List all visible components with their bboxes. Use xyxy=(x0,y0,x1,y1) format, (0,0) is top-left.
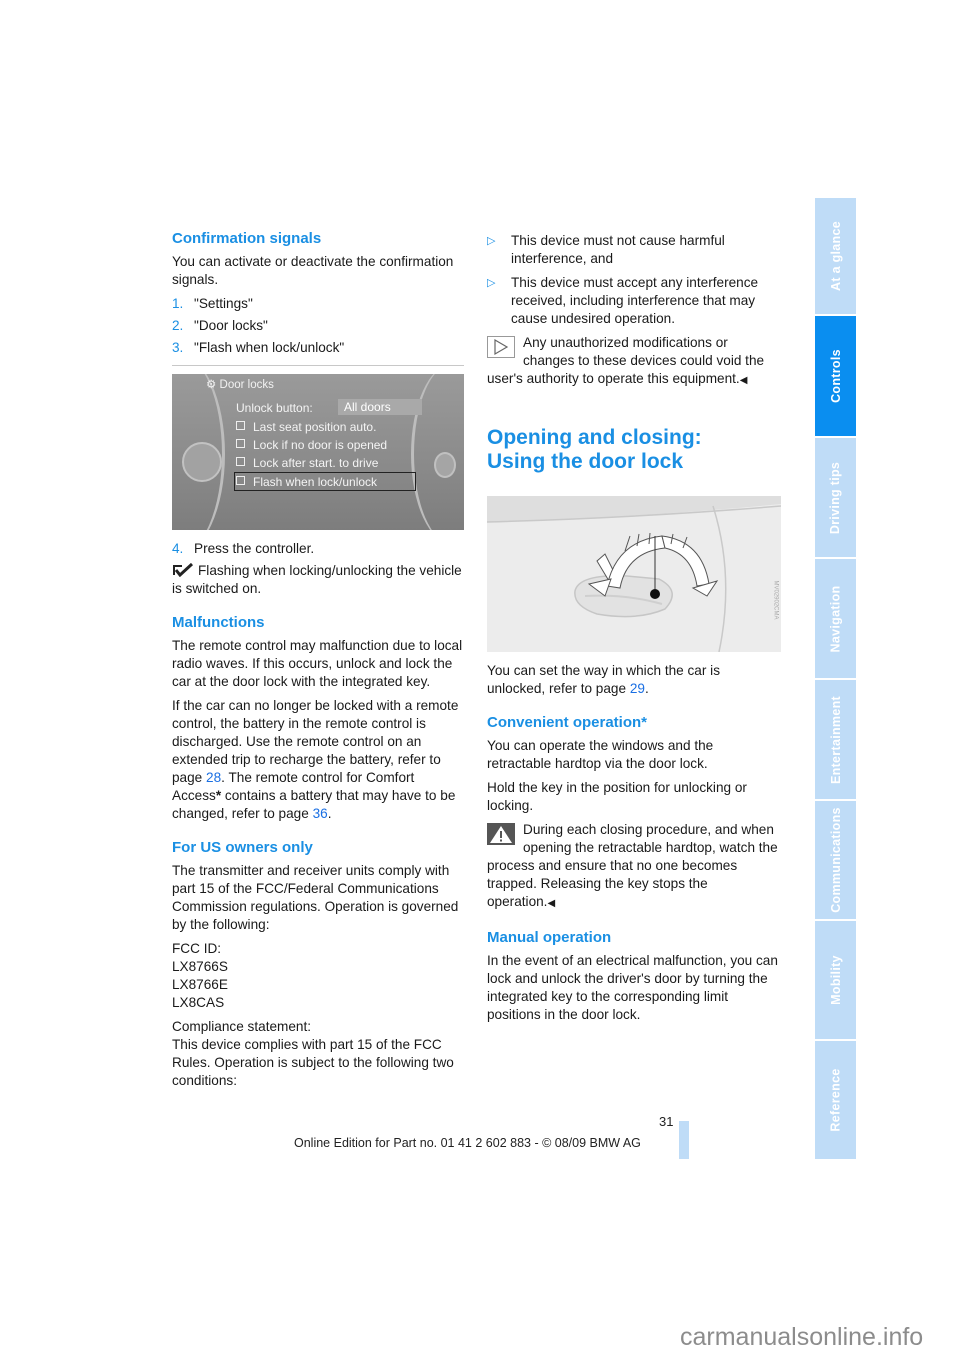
manual-p1: In the event of an electrical malfunctio… xyxy=(487,953,778,1022)
edition-line: Online Edition for Part no. 01 41 2 602 … xyxy=(294,1136,641,1150)
checkmark-icon xyxy=(173,563,194,577)
controller-knob-icon xyxy=(182,442,222,482)
tab-at-a-glance[interactable]: At a glance xyxy=(815,198,856,316)
screen-unlock-label: Unlock button: xyxy=(236,401,313,415)
checkbox-icon xyxy=(236,421,245,430)
convenient-p1: You can operate the windows and the retr… xyxy=(487,738,714,771)
step-1: 1. "Settings" xyxy=(172,296,253,311)
warning-block: During each closing procedure, and when … xyxy=(487,822,778,909)
warning-triangle-icon xyxy=(487,823,515,845)
screen-knob-right xyxy=(434,452,456,478)
fcc-ids: FCC ID: LX8766S LX8766E LX8CAS xyxy=(172,941,228,1010)
checkbox-icon xyxy=(236,457,245,466)
door-lock-intro: You can set the way in which the car is … xyxy=(487,663,720,696)
watermark: carmanualsonline.info xyxy=(680,1323,924,1351)
checkbox-icon xyxy=(236,439,245,448)
screen-arc-right xyxy=(411,374,464,530)
image-code: MV02902CMA xyxy=(772,580,779,620)
idrive-screen-image: ⚙ Door locks Unlock button: All doors La… xyxy=(172,374,464,530)
confirmation-signals-heading: Confirmation signals xyxy=(172,230,322,247)
tab-controls[interactable]: Controls xyxy=(815,316,856,438)
settings-icon: ⚙ xyxy=(206,379,220,391)
tab-mobility[interactable]: Mobility xyxy=(815,921,856,1041)
page-link-36[interactable]: 36 xyxy=(313,806,328,821)
convenient-p2: Hold the key in the position for unlocki… xyxy=(487,780,747,813)
tab-navigation[interactable]: Navigation xyxy=(815,559,856,680)
page-number: 31 xyxy=(659,1114,674,1129)
confirmation-intro: You can activate or deactivate the confi… xyxy=(172,254,454,287)
note-block: Any unauthorized modifications or change… xyxy=(487,335,765,386)
screen-option: Lock after start. to drive xyxy=(236,454,378,472)
door-lock-image: MV02902CMA xyxy=(487,496,781,652)
tab-reference[interactable]: Reference xyxy=(815,1041,856,1161)
fcc-id: LX8766S xyxy=(172,959,228,974)
end-mark-icon: ◀ xyxy=(739,375,748,386)
chapter-tabs: At a glance Controls Driving tips Naviga… xyxy=(815,198,856,1161)
bullet-triangle-icon: ▷ xyxy=(487,277,496,289)
door-lock-illustration xyxy=(487,496,781,652)
fcc-id: LX8CAS xyxy=(172,995,225,1010)
page-link-29[interactable]: 29 xyxy=(630,681,645,696)
bullet-triangle-icon: ▷ xyxy=(487,235,496,247)
page-link-28[interactable]: 28 xyxy=(206,770,221,785)
us-owners-heading: For US owners only xyxy=(172,839,313,856)
step-2: 2. "Door locks" xyxy=(172,318,268,333)
malfunctions-p1: The remote control may malfunction due t… xyxy=(172,638,463,689)
left-column: Confirmation signals You can activate or… xyxy=(172,230,464,1096)
result-text: Flashing when locking/unlocking the vehi… xyxy=(172,563,462,596)
manual-operation-heading: Manual operation xyxy=(487,929,612,946)
step-3: 3. "Flash when lock/unlock" xyxy=(172,340,345,355)
divider xyxy=(172,365,464,366)
main-heading: Opening and closing: Using the door lock xyxy=(487,426,702,473)
screen-option: Lock if no door is opened xyxy=(236,436,387,454)
tab-driving-tips[interactable]: Driving tips xyxy=(815,438,856,559)
compliance-statement: Compliance statement: This device compli… xyxy=(172,1019,454,1088)
condition-item: ▷ This device must accept any interferenc… xyxy=(487,275,759,326)
convenient-operation-heading: Convenient operation* xyxy=(487,714,648,731)
condition-item: ▷ This device must not cause harmful inte… xyxy=(487,233,725,266)
selection-highlight xyxy=(234,472,416,491)
fcc-id: LX8766E xyxy=(172,977,228,992)
screen-unlock-value: All doors xyxy=(338,399,422,415)
right-column: ▷ This device must not cause harmful inte… xyxy=(487,232,781,1030)
us-owners-p1: The transmitter and receiver units compl… xyxy=(172,863,459,932)
note-arrow-icon xyxy=(487,336,515,358)
footer-accent-bar xyxy=(679,1121,689,1159)
screen-option: Last seat position auto. xyxy=(236,418,376,436)
malfunctions-heading: Malfunctions xyxy=(172,614,265,631)
malfunctions-p2: If the car can no longer be locked with … xyxy=(172,698,459,821)
end-mark-icon: ◀ xyxy=(547,898,556,909)
screen-title: ⚙ Door locks xyxy=(206,379,274,391)
step-4: 4. Press the controller. xyxy=(172,541,315,556)
tab-entertainment[interactable]: Entertainment xyxy=(815,680,856,801)
tab-communications[interactable]: Communications xyxy=(815,801,856,921)
